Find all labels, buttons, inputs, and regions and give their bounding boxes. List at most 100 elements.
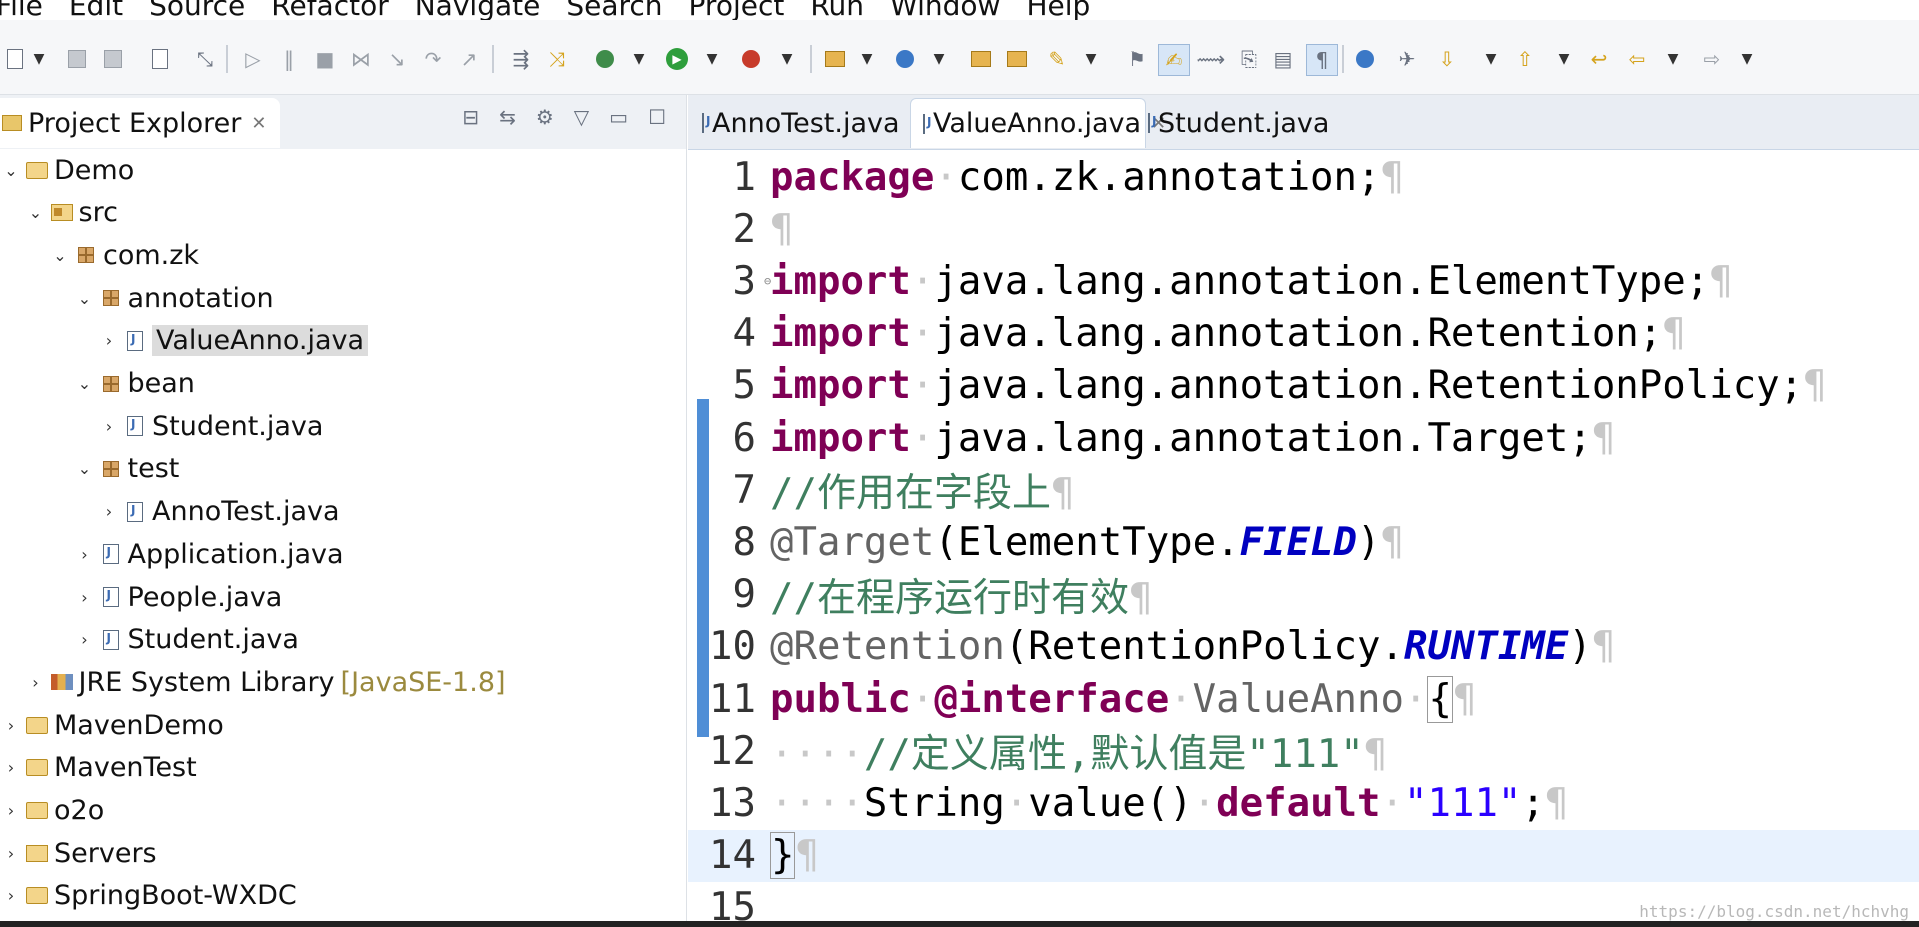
next-annotation-dropdown-icon[interactable]: ▼ [1482, 44, 1500, 74]
external-tools-icon[interactable] [736, 44, 766, 74]
menu-run[interactable]: Run [810, 0, 864, 20]
chevron-right-icon[interactable]: › [0, 716, 22, 735]
tree-item[interactable]: › Student.java [0, 405, 784, 447]
menu-help[interactable]: Help [1026, 0, 1090, 20]
close-icon[interactable]: ✕ [251, 113, 266, 134]
menu-project[interactable]: Project [689, 0, 785, 20]
code-editor[interactable]: 1 package·com.zk.annotation;¶ 2 ¶ 3 ⊖ import·j… [688, 151, 1919, 927]
chevron-down-icon[interactable]: ⌄ [74, 459, 96, 478]
editor-tab[interactable]: AnnoTest.java [690, 98, 906, 148]
tree-item[interactable]: › People.java [0, 576, 760, 618]
block-selection-icon[interactable]: ⟿ [1196, 44, 1226, 74]
chevron-down-icon[interactable]: ⌄ [0, 161, 22, 180]
search-dropdown-icon[interactable]: ▼ [1082, 44, 1100, 74]
chevron-down-icon[interactable]: ⌄ [49, 246, 71, 265]
step-over-icon[interactable]: ↷ [418, 44, 448, 74]
code-line[interactable]: 10 @Retention(RetentionPolicy.RUNTIME)¶ [688, 621, 1919, 673]
chevron-right-icon[interactable]: › [25, 673, 47, 692]
maximize-icon[interactable]: ☐ [648, 105, 666, 129]
code-line[interactable]: 1 package·com.zk.annotation;¶ [688, 151, 1919, 203]
tree-item[interactable]: ⌄ annotation [0, 277, 760, 319]
save-icon[interactable] [62, 44, 92, 74]
code-line[interactable]: 14}¶ [688, 829, 1919, 882]
toggle-annotation-icon[interactable]: ⚑ [1122, 44, 1152, 74]
mark-occurrences-icon[interactable]: ✍ [1158, 44, 1190, 76]
code-line[interactable]: 2 ¶ [688, 203, 1919, 255]
menu-edit[interactable]: Edit [69, 0, 123, 20]
new-class-dropdown-icon[interactable]: ▼ [930, 44, 948, 74]
suspend-icon[interactable]: ‖ [274, 44, 304, 74]
back-dropdown-icon[interactable]: ▼ [1664, 44, 1682, 74]
menu-window[interactable]: Window [890, 0, 1000, 20]
menu-navigate[interactable]: Navigate [415, 0, 541, 20]
code-line[interactable]: 4 import·java.lang.annotation.Retention;¶ [688, 308, 1919, 360]
terminate-icon[interactable]: ■ [310, 44, 340, 74]
tree-item[interactable]: › Application.java [0, 533, 760, 575]
chevron-right-icon[interactable]: › [74, 545, 96, 564]
new-server-icon[interactable] [820, 44, 850, 74]
save-all-icon[interactable] [98, 44, 128, 74]
open-console-icon[interactable] [145, 44, 175, 74]
skip-breakpoints-icon[interactable]: ⤡ [190, 44, 220, 74]
next-annotation-icon[interactable]: ⇩ [1432, 44, 1462, 74]
chevron-down-icon[interactable]: ⌄ [74, 289, 96, 308]
project-explorer-tab[interactable]: Project Explorer ✕ [0, 98, 280, 148]
tree-item[interactable]: › Student.java [0, 619, 760, 661]
fold-toggle-icon[interactable]: ⊖ [764, 274, 771, 288]
collapse-all-icon[interactable]: ⊟ [462, 105, 479, 129]
pin-editor-icon[interactable]: ✈ [1392, 44, 1422, 74]
new-dropdown-icon[interactable]: ▼ [30, 44, 48, 74]
search-icon[interactable]: ✎ [1042, 44, 1072, 74]
menu-search[interactable]: Search [566, 0, 662, 20]
code-line[interactable]: 13 ····String·value()·default·"111";¶ [688, 777, 1919, 829]
show-whitespace-icon[interactable]: ¶ [1306, 44, 1338, 76]
view-menu-icon[interactable]: ▽ [574, 105, 589, 129]
filters-icon[interactable]: ⚙ [536, 105, 554, 129]
step-return-icon[interactable]: ↗ [454, 44, 484, 74]
tree-item[interactable]: ⌄ bean [0, 363, 760, 405]
external-tools-dropdown-icon[interactable]: ▼ [778, 44, 796, 74]
open-type-icon[interactable] [966, 44, 996, 74]
tree-item[interactable]: › o2o [0, 790, 686, 832]
run-dropdown-icon[interactable]: ▼ [703, 44, 721, 74]
chevron-down-icon[interactable]: ⌄ [25, 203, 47, 222]
code-line[interactable]: 3 ⊖ import·java.lang.annotation.ElementTyp… [688, 255, 1919, 307]
word-wrap-icon[interactable]: ⎘ [1234, 44, 1264, 74]
chevron-right-icon[interactable]: › [0, 801, 22, 820]
menu-refactor[interactable]: Refactor [271, 0, 388, 20]
tree-item[interactable]: ⌄ com.zk [0, 234, 735, 276]
web-browser-icon[interactable] [1350, 44, 1380, 74]
tree-item[interactable]: ⌄ src [0, 192, 711, 234]
use-step-filters-icon[interactable]: ⇶ [506, 44, 536, 74]
new-server-dropdown-icon[interactable]: ▼ [858, 44, 876, 74]
tree-item[interactable]: › MavenTest [0, 747, 686, 789]
step-into-icon[interactable]: ↘ [382, 44, 412, 74]
chevron-right-icon[interactable]: › [98, 502, 120, 521]
new-class-icon[interactable] [890, 44, 920, 74]
last-edit-location-icon[interactable]: ↩ [1584, 44, 1614, 74]
code-line[interactable]: 5 import·java.lang.annotation.RetentionPo… [688, 360, 1919, 412]
chevron-right-icon[interactable]: › [74, 588, 96, 607]
chevron-right-icon[interactable]: › [98, 417, 120, 436]
code-line[interactable]: 8 @Target(ElementType.FIELD)¶ [688, 516, 1919, 568]
code-line[interactable]: 9 //在程序运行时有效¶ [688, 569, 1919, 621]
previous-annotation-dropdown-icon[interactable]: ▼ [1555, 44, 1573, 74]
menu-file[interactable]: File [0, 0, 43, 20]
coverage-icon[interactable]: ⤨ [542, 44, 572, 74]
back-icon[interactable]: ⇦ [1622, 44, 1652, 74]
tree-item[interactable]: ⌄ Demo [0, 149, 686, 191]
open-folder-icon[interactable] [1002, 44, 1032, 74]
previous-annotation-icon[interactable]: ⇧ [1510, 44, 1540, 74]
new-icon[interactable] [0, 44, 30, 74]
debug-dropdown-icon[interactable]: ▼ [630, 44, 648, 74]
menu-source[interactable]: Source [149, 0, 245, 20]
chevron-down-icon[interactable]: ⌄ [74, 374, 96, 393]
tree-item[interactable]: ⌄ test [0, 448, 760, 490]
chevron-right-icon[interactable]: › [0, 758, 22, 777]
debug-icon[interactable] [590, 44, 620, 74]
resume-icon[interactable]: ▷ [238, 44, 268, 74]
tree-item[interactable]: › Servers [0, 832, 686, 874]
tree-item[interactable]: › JRE System Library [JavaSE-1.8] [0, 661, 711, 703]
tree-item[interactable]: › MavenDemo [0, 704, 686, 746]
tree-item[interactable]: › ValueAnno.java [0, 320, 784, 362]
